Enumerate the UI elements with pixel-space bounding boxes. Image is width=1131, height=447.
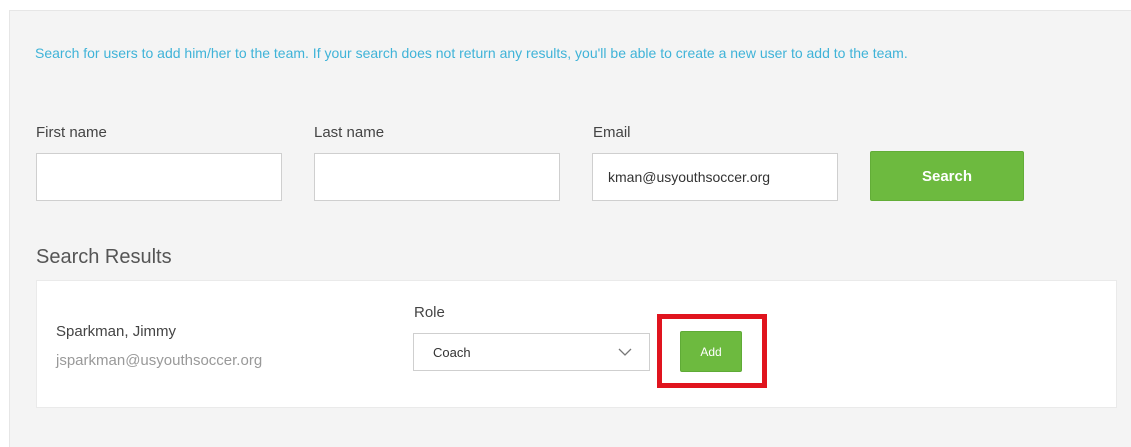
email-label: Email <box>593 124 631 141</box>
role-select-value: Coach <box>433 345 471 360</box>
first-name-label: First name <box>36 124 107 141</box>
chevron-down-icon <box>618 348 632 356</box>
result-user-email: jsparkman@usyouthsoccer.org <box>56 352 263 369</box>
role-select[interactable]: Coach <box>413 333 650 371</box>
email-input[interactable] <box>592 153 838 201</box>
add-user-button[interactable]: Add <box>680 331 742 372</box>
role-label: Role <box>414 304 445 321</box>
intro-text: Search for users to add him/her to the t… <box>35 45 908 61</box>
search-button[interactable]: Search <box>870 151 1024 201</box>
last-name-label: Last name <box>314 124 385 141</box>
search-results-heading: Search Results <box>36 246 172 268</box>
first-name-input[interactable] <box>36 153 282 201</box>
result-user-name: Sparkman, Jimmy <box>56 323 177 340</box>
last-name-input[interactable] <box>314 153 560 201</box>
